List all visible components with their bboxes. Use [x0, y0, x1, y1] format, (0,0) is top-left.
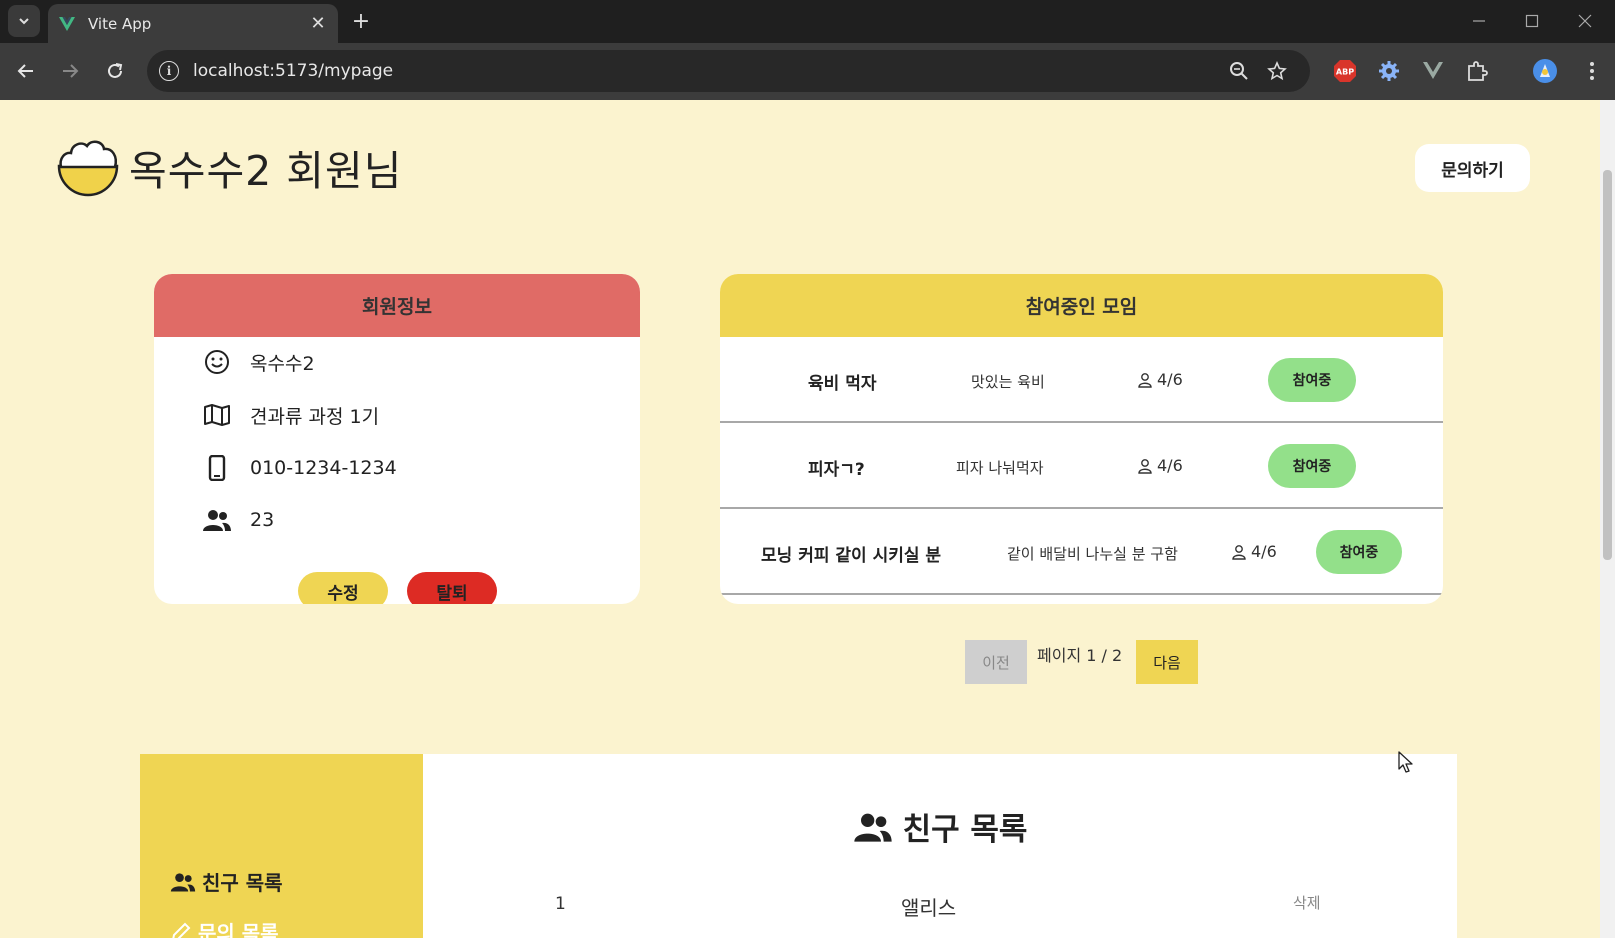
rice-bowl-icon [57, 140, 119, 197]
inquiry-button[interactable]: 문의하기 [1415, 144, 1530, 192]
meeting-count-text: 4/6 [1157, 456, 1183, 475]
tab-title: Vite App [88, 14, 152, 33]
browser-tabstrip: Vite App ✕ + [0, 0, 1615, 43]
map-icon [202, 400, 232, 430]
meeting-status-button[interactable]: 참여중 [1268, 444, 1356, 488]
meeting-status-button[interactable]: 참여중 [1316, 530, 1402, 574]
info-icon[interactable]: i [159, 61, 179, 81]
side-item-label: 친구 목록 [202, 871, 283, 895]
friend-count-row: 23 [202, 505, 274, 535]
friends-panel: 친구 목록 1 앨리스 삭제 [423, 754, 1457, 938]
meeting-name: 육비 먹자 [808, 374, 877, 394]
meeting-desc: 같이 배달비 나누실 분 구함 [1007, 545, 1178, 563]
friends-panel-title: 친구 목록 [423, 804, 1457, 849]
users-icon [202, 505, 232, 535]
abp-extension-icon[interactable]: ABP [1330, 56, 1360, 86]
meeting-name: 모닝 커피 같이 시키실 분 [761, 546, 942, 566]
gear-extension-icon[interactable] [1374, 56, 1404, 86]
mypage: 옥수수2 회원님 문의하기 회원정보 옥수수2 견과류 과정 1기 010-12… [0, 100, 1600, 938]
friend-number: 1 [555, 894, 566, 914]
page-title: 옥수수2 회원님 [129, 147, 403, 195]
close-icon[interactable]: ✕ [308, 13, 328, 34]
bottom-section: 친구 목록 문의 목록 친구 목록 1 앨리스 삭제 [140, 754, 1457, 938]
meeting-count: 4/6 [1231, 542, 1277, 561]
scrollbar-thumb[interactable] [1603, 170, 1612, 560]
side-item-label: 문의 목록 [198, 921, 279, 938]
phone-icon [202, 453, 232, 483]
page-scrollbar[interactable] [1600, 100, 1615, 938]
friend-row: 1 앨리스 삭제 [423, 892, 1457, 932]
tab-list-icon[interactable] [8, 5, 40, 37]
meeting-desc: 피자 나눠먹자 [956, 459, 1044, 477]
browser-toolbar: i localhost:5173/mypage ABP [0, 43, 1615, 100]
zoom-icon[interactable] [1222, 54, 1256, 88]
course-text: 견과류 과정 1기 [250, 405, 380, 428]
meeting-row[interactable]: 모닝 커피 같이 시키실 분 같이 배달비 나누실 분 구함 4/6 참여중 [720, 509, 1443, 595]
pencil-icon [172, 922, 191, 938]
vue-devtools-icon[interactable] [1418, 56, 1448, 86]
person-icon [1232, 544, 1246, 560]
star-icon[interactable] [1260, 54, 1294, 88]
window-close-icon[interactable] [1565, 6, 1605, 36]
meeting-row[interactable]: 육비 먹자 맛있는 육비 4/6 참여중 [720, 337, 1443, 423]
meeting-name: 피자ㄱ? [808, 460, 865, 480]
reload-icon[interactable] [99, 55, 131, 87]
abp-label: ABP [1336, 68, 1354, 77]
meeting-count: 4/6 [1137, 370, 1183, 389]
vite-favicon [59, 16, 75, 31]
meeting-desc: 맛있는 육비 [971, 373, 1045, 391]
member-info-card: 회원정보 옥수수2 견과류 과정 1기 010-1234-1234 23 수정 … [154, 274, 640, 604]
member-info-heading: 회원정보 [154, 274, 640, 337]
delete-friend-button[interactable]: 삭제 [1293, 892, 1321, 913]
meeting-status-button[interactable]: 참여중 [1268, 358, 1356, 402]
side-menu: 친구 목록 문의 목록 [140, 754, 423, 938]
course-row: 견과류 과정 1기 [202, 400, 379, 430]
back-icon[interactable] [10, 55, 42, 87]
meeting-count: 4/6 [1137, 456, 1183, 475]
side-item-inquiries[interactable]: 문의 목록 [170, 917, 279, 938]
edit-button[interactable]: 수정 [298, 572, 388, 604]
puzzle-icon[interactable] [1462, 56, 1492, 86]
mouse-cursor-icon [1398, 751, 1413, 773]
friend-name: 앨리스 [901, 896, 957, 920]
users-icon [170, 872, 196, 892]
phone-text: 010-1234-1234 [250, 457, 397, 479]
meeting-count-text: 4/6 [1251, 542, 1277, 561]
maximize-icon[interactable] [1512, 6, 1552, 36]
nickname-text: 옥수수2 [250, 352, 315, 375]
minimize-icon[interactable] [1459, 6, 1499, 36]
plus-icon[interactable]: + [346, 6, 376, 36]
side-item-friends[interactable]: 친구 목록 [170, 867, 283, 896]
phone-row: 010-1234-1234 [202, 453, 397, 483]
smile-icon [202, 347, 232, 377]
browser-tab[interactable]: Vite App ✕ [48, 4, 338, 43]
meetings-heading: 참여중인 모임 [720, 274, 1443, 337]
users-icon [853, 813, 892, 842]
leave-button[interactable]: 탈퇴 [407, 572, 497, 604]
profile-icon[interactable] [1530, 56, 1560, 86]
page-indicator: 페이지 1 / 2 [1037, 646, 1123, 665]
meetings-card: 참여중인 모임 육비 먹자 맛있는 육비 4/6 참여중 피자ㄱ? 피자 나눠먹… [720, 274, 1443, 604]
nickname-row: 옥수수2 [202, 347, 315, 377]
meeting-count-text: 4/6 [1157, 370, 1183, 389]
url-text[interactable]: localhost:5173/mypage [193, 61, 1222, 81]
person-icon [1138, 458, 1152, 474]
prev-page-button[interactable]: 이전 [965, 640, 1027, 684]
next-page-button[interactable]: 다음 [1136, 640, 1198, 684]
person-icon [1138, 372, 1152, 388]
page-header: 옥수수2 회원님 [57, 136, 402, 198]
address-bar[interactable]: i localhost:5173/mypage [147, 50, 1310, 92]
meeting-row[interactable]: 피자ㄱ? 피자 나눠먹자 4/6 참여중 [720, 423, 1443, 509]
friend-count-text: 23 [250, 509, 275, 531]
forward-icon[interactable] [54, 55, 86, 87]
menu-icon[interactable] [1577, 56, 1607, 86]
friends-title-text: 친구 목록 [902, 812, 1028, 848]
